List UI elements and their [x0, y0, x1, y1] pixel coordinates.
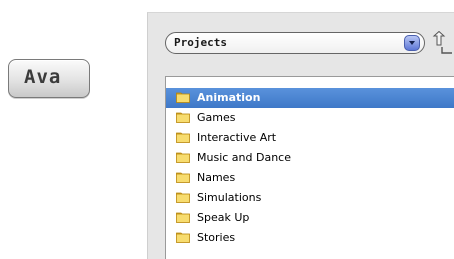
file-list-item[interactable]: Animation — [166, 88, 454, 108]
folder-icon — [176, 132, 190, 143]
file-list-item[interactable]: Games — [166, 108, 454, 128]
file-list[interactable]: Animation Games Interactive Art Music and D… — [165, 76, 454, 259]
file-list-item-label: Stories — [197, 231, 236, 244]
folder-icon — [176, 152, 190, 163]
file-list-item-label: Names — [197, 171, 236, 184]
file-list-item[interactable]: Speak Up — [166, 208, 454, 228]
screenshot-stage: Ava Projects Animation Games Interactive A… — [0, 0, 454, 259]
file-dialog-panel: Projects Animation Games Interactive Art Mu… — [147, 12, 454, 259]
ava-button-label: Ava — [24, 66, 62, 88]
folder-icon — [176, 92, 190, 103]
ava-button[interactable]: Ava — [8, 59, 90, 98]
folder-select-value: Projects — [174, 36, 227, 49]
folder-icon — [176, 172, 190, 183]
file-list-item-label: Simulations — [197, 191, 262, 204]
file-list-item-label: Music and Dance — [197, 151, 291, 164]
file-list-item-label: Interactive Art — [197, 131, 277, 144]
folder-icon — [176, 112, 190, 123]
file-list-item[interactable]: Music and Dance — [166, 148, 454, 168]
folder-select[interactable]: Projects — [165, 32, 425, 54]
chevron-down-icon[interactable] — [404, 35, 420, 51]
file-list-item-label: Games — [197, 111, 236, 124]
file-list-item[interactable]: Interactive Art — [166, 128, 454, 148]
folder-up-button[interactable] — [430, 31, 454, 55]
folder-icon — [176, 192, 190, 203]
file-list-item-label: Speak Up — [197, 211, 250, 224]
file-list-item[interactable]: Simulations — [166, 188, 454, 208]
folder-up-icon — [432, 31, 452, 54]
file-list-item[interactable]: Stories — [166, 228, 454, 248]
folder-icon — [176, 212, 190, 223]
file-list-item-label: Animation — [197, 91, 261, 104]
folder-icon — [176, 232, 190, 243]
file-list-item[interactable]: Names — [166, 168, 454, 188]
